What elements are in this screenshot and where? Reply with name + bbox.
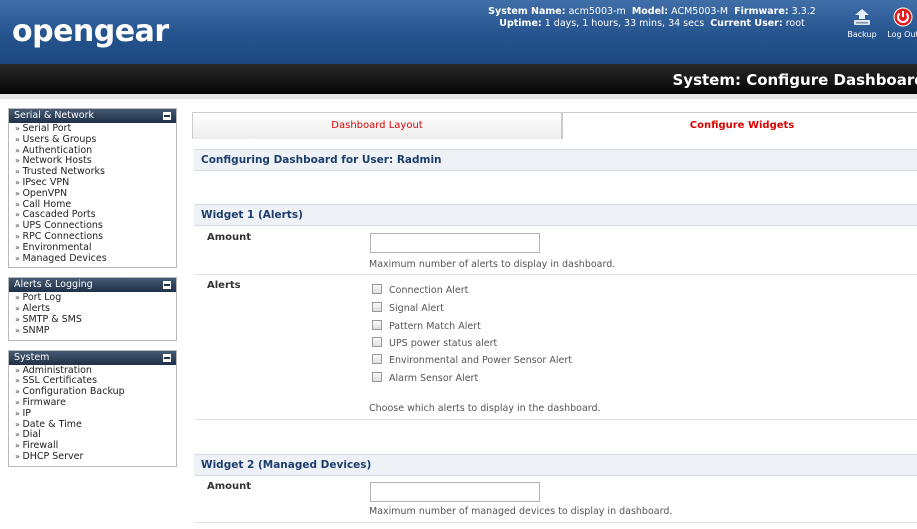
- uptime-value: 1 days, 1 hours, 33 mins, 34 secs: [544, 18, 705, 29]
- logout-label: Log Out: [887, 30, 917, 39]
- sidebar-item-ip[interactable]: IP: [15, 408, 172, 420]
- serial-network-header[interactable]: Serial & Network: [9, 109, 176, 123]
- model-value: ACM5003-M: [671, 6, 729, 17]
- system-info: System Name: acm5003-m Model: ACM5003-M …: [472, 6, 832, 30]
- widget2-heading: Widget 2 (Managed Devices): [194, 454, 917, 476]
- user-heading: Configuring Dashboard for User: Radmin: [194, 149, 917, 171]
- firmware-label: Firmware:: [734, 6, 789, 17]
- sidebar-item-snmp[interactable]: SNMP: [15, 325, 172, 337]
- current-user-value: root: [785, 18, 805, 29]
- widget2-amount-label: Amount: [207, 481, 252, 492]
- alerts-logging-header[interactable]: Alerts & Logging: [9, 278, 176, 293]
- sidebar-item-environmental[interactable]: Environmental: [15, 242, 172, 254]
- environmental-alert-checkbox[interactable]: [372, 354, 382, 364]
- alarm-sensor-alert-checkbox[interactable]: [372, 372, 382, 382]
- ups-power-alert-label: UPS power status alert: [389, 338, 498, 349]
- divider: [194, 522, 917, 523]
- alert-option-row[interactable]: Environmental and Power Sensor Alert: [372, 354, 572, 366]
- divider: [194, 274, 917, 275]
- widget2-amount-hint: Maximum number of managed devices to dis…: [369, 506, 673, 517]
- alerts-logging-title: Alerts & Logging: [14, 279, 93, 291]
- widget1-amount-hint: Maximum number of alerts to display in d…: [369, 259, 616, 270]
- current-user-label: Current User:: [710, 18, 783, 29]
- connection-alert-label: Connection Alert: [389, 285, 469, 296]
- backup-icon: [851, 6, 873, 28]
- signal-alert-label: Signal Alert: [389, 303, 444, 314]
- pattern-match-alert-checkbox[interactable]: [372, 320, 382, 330]
- connection-alert-checkbox[interactable]: [372, 284, 382, 294]
- minimize-icon[interactable]: [163, 353, 171, 362]
- serial-network-menu: Serial & Network Serial Port Users & Gro…: [8, 108, 177, 269]
- sidebar-item-managed-devices[interactable]: Managed Devices: [15, 253, 172, 265]
- tab-configure-widgets[interactable]: Configure Widgets: [562, 112, 917, 139]
- sidebar-item-firmware[interactable]: Firmware: [15, 397, 172, 409]
- pattern-match-alert-label: Pattern Match Alert: [389, 321, 481, 332]
- alert-option-row[interactable]: Connection Alert: [372, 284, 468, 296]
- uptime-label: Uptime:: [499, 18, 542, 29]
- title-bar: System: Configure Dashboard: [0, 64, 917, 94]
- header-divider: [0, 94, 917, 99]
- minimize-icon[interactable]: [163, 112, 171, 120]
- sidebar-item-openvpn[interactable]: OpenVPN: [15, 188, 172, 200]
- widget1-amount-label: Amount: [207, 232, 252, 243]
- alert-option-row[interactable]: Pattern Match Alert: [372, 320, 481, 332]
- model-label: Model:: [631, 6, 669, 17]
- alerts-logging-menu: Alerts & Logging Port Log Alerts SMTP & …: [8, 277, 177, 341]
- system-title: System: [14, 351, 50, 363]
- backup-label: Backup: [847, 30, 877, 39]
- system-menu: System Administration SSL Certificates C…: [8, 349, 177, 467]
- sidebar-item-dhcp-server[interactable]: DHCP Server: [15, 451, 172, 463]
- alert-option-row[interactable]: Alarm Sensor Alert: [372, 372, 478, 384]
- page-title: System: Configure Dashboard: [672, 71, 917, 89]
- app-header: opengear System Name: acm5003-m Model: A…: [0, 0, 917, 64]
- system-header[interactable]: System: [9, 350, 176, 365]
- sidebar: Serial & Network Serial Port Users & Gro…: [8, 108, 177, 476]
- logout-button[interactable]: Log Out: [883, 6, 917, 39]
- widget1-amount-input[interactable]: [370, 233, 540, 253]
- divider: [194, 419, 917, 420]
- ups-power-alert-checkbox[interactable]: [372, 337, 382, 347]
- tab-bar: Dashboard Layout Configure Widgets: [192, 112, 917, 139]
- minimize-icon[interactable]: [163, 281, 171, 290]
- system-name-value: acm5003-m: [568, 6, 626, 17]
- widget1-alerts-hint: Choose which alerts to display in the da…: [369, 403, 601, 414]
- environmental-alert-label: Environmental and Power Sensor Alert: [389, 355, 572, 366]
- alert-option-row[interactable]: Signal Alert: [372, 302, 444, 314]
- serial-network-title: Serial & Network: [14, 110, 94, 121]
- opengear-logo[interactable]: opengear: [12, 14, 169, 49]
- tab-dashboard-layout[interactable]: Dashboard Layout: [192, 112, 562, 139]
- widget1-alerts-label: Alerts: [207, 280, 241, 291]
- widget2-amount-input[interactable]: [370, 482, 540, 502]
- alert-option-row[interactable]: UPS power status alert: [372, 337, 497, 349]
- alarm-sensor-alert-label: Alarm Sensor Alert: [389, 373, 479, 384]
- power-icon: [892, 6, 914, 28]
- system-name-label: System Name:: [488, 6, 566, 17]
- sidebar-item-users-groups[interactable]: Users & Groups: [15, 134, 172, 146]
- widget1-heading: Widget 1 (Alerts): [194, 204, 917, 226]
- backup-button[interactable]: Backup: [841, 6, 883, 39]
- firmware-value: 3.3.2: [791, 6, 816, 17]
- signal-alert-checkbox[interactable]: [372, 302, 382, 312]
